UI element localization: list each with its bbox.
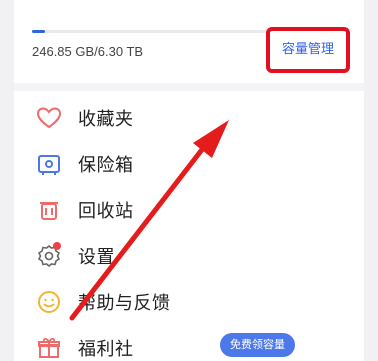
- heart-icon: [34, 103, 64, 133]
- menu-list: 收藏夹 保险箱 回收站 设置 帮助与反馈 福利社 免费领容量: [14, 95, 364, 361]
- menu-panel: 246.85 GB/6.30 TB 容量管理 收藏夹 保险箱 回收站 设置 帮助…: [14, 0, 364, 361]
- menu-item-settings[interactable]: 设置: [14, 233, 364, 279]
- menu-label-welfare: 福利社: [78, 339, 134, 360]
- menu-item-help-feedback[interactable]: 帮助与反馈: [14, 279, 364, 325]
- menu-label-favorites: 收藏夹: [78, 109, 134, 130]
- section-divider: [14, 83, 364, 91]
- storage-usage-text: 246.85 GB/6.30 TB: [32, 44, 144, 59]
- settings-icon: [34, 241, 64, 271]
- menu-label-help-feedback: 帮助与反馈: [78, 293, 171, 314]
- free-capacity-badge[interactable]: 免费领容量: [220, 333, 295, 357]
- menu-item-favorites[interactable]: 收藏夹: [14, 95, 364, 141]
- menu-label-safe-box: 保险箱: [78, 155, 134, 176]
- storage-row: 246.85 GB/6.30 TB 容量管理: [32, 27, 350, 73]
- cloud-drive-menu-screen: 246.85 GB/6.30 TB 容量管理 收藏夹 保险箱 回收站 设置 帮助…: [0, 0, 378, 361]
- gift-icon: [34, 333, 64, 361]
- safe-box-icon: [34, 149, 64, 179]
- menu-item-safe-box[interactable]: 保险箱: [14, 141, 364, 187]
- smile-icon: [34, 287, 64, 317]
- capacity-management-button[interactable]: 容量管理: [266, 27, 350, 73]
- storage-progress-fill: [32, 30, 45, 33]
- notification-dot: [53, 242, 61, 250]
- menu-label-settings: 设置: [78, 247, 115, 268]
- menu-item-welfare[interactable]: 福利社 免费领容量: [14, 325, 364, 361]
- trash-icon: [34, 195, 64, 225]
- menu-item-recycle-bin[interactable]: 回收站: [14, 187, 364, 233]
- menu-label-recycle-bin: 回收站: [78, 201, 134, 222]
